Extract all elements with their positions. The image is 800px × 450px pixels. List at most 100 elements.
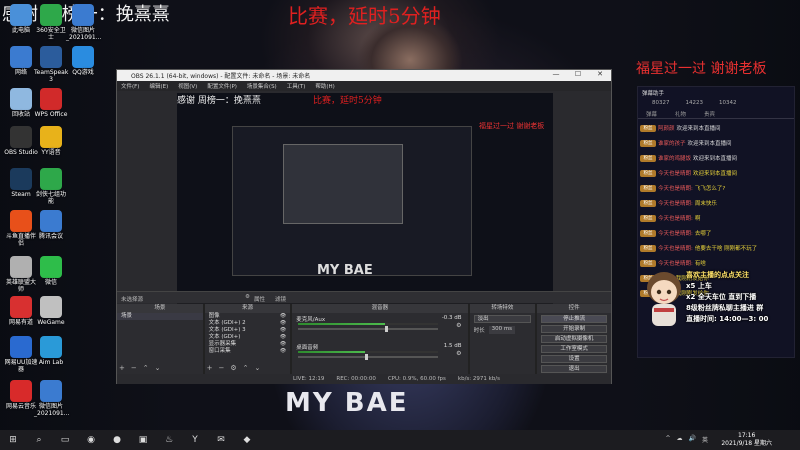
- desktop-icon[interactable]: 斗鱼直播伴侣: [4, 210, 38, 247]
- desktop-icon[interactable]: OBS Studio: [4, 126, 38, 156]
- gear-icon[interactable]: ⚙: [456, 350, 461, 357]
- chat-username[interactable]: 谁家的鸡腿饭: [658, 154, 691, 162]
- visibility-eye-icon[interactable]: 👁: [280, 313, 286, 320]
- obs-icon[interactable]: ●: [109, 434, 125, 446]
- chat-username[interactable]: 今天也是晴朗:: [658, 244, 693, 252]
- desktop-icon[interactable]: 此电脑: [4, 4, 38, 34]
- close-icon[interactable]: ✕: [589, 70, 611, 78]
- gear-icon[interactable]: ⚙: [245, 294, 250, 300]
- chat-username[interactable]: 谁家的孩子: [658, 139, 686, 147]
- volume-slider-handle[interactable]: [385, 326, 389, 332]
- tray-item[interactable]: 英: [702, 435, 708, 444]
- desktop-icon[interactable]: 回收站: [4, 88, 38, 118]
- obs-title-bar[interactable]: OBS 26.1.1 (64-bit, windows) - 配置文件: 未命名…: [117, 70, 611, 81]
- desktop-icon[interactable]: 剑侠七组功能: [34, 168, 68, 205]
- search-icon[interactable]: ⌕: [31, 434, 47, 446]
- chat-tab[interactable]: 礼物: [675, 110, 686, 118]
- chat-tab[interactable]: 贵宾: [704, 110, 715, 118]
- desktop-icon[interactable]: 360安全卫士: [34, 4, 68, 41]
- visibility-eye-icon[interactable]: 👁: [280, 348, 286, 355]
- chrome-icon[interactable]: ◉: [83, 434, 99, 446]
- remove-icon[interactable]: −: [131, 364, 137, 372]
- menu-item[interactable]: 文件(F): [121, 82, 139, 90]
- source-item[interactable]: 图像 👁: [205, 313, 291, 320]
- chat-username[interactable]: 今天也是晴朗:: [658, 229, 693, 237]
- properties-button[interactable]: 属性: [254, 295, 265, 303]
- desktop-icon[interactable]: 微信图片_2021091...: [66, 4, 101, 41]
- windows-icon[interactable]: ⊞: [5, 434, 21, 446]
- add-icon[interactable]: +: [119, 364, 125, 372]
- desktop-icon[interactable]: WeGame: [34, 296, 68, 326]
- chat-username[interactable]: 阿颜颜: [658, 124, 675, 132]
- menu-item[interactable]: 配置文件(P): [207, 82, 237, 90]
- desktop-icon[interactable]: 网易UU加速器: [4, 336, 38, 373]
- tray-item[interactable]: ☁: [677, 435, 683, 444]
- file-explorer-icon[interactable]: ▣: [135, 434, 151, 446]
- desktop-icon[interactable]: 微信: [34, 256, 68, 286]
- visibility-eye-icon[interactable]: 👁: [280, 320, 286, 327]
- maximize-icon[interactable]: ☐: [567, 70, 589, 78]
- up-icon[interactable]: ⌃: [243, 364, 249, 372]
- desktop-icon[interactable]: 腾讯会议: [34, 210, 68, 240]
- down-icon[interactable]: ⌄: [255, 364, 261, 372]
- chat-username[interactable]: 今天也是晴朗:: [658, 184, 693, 192]
- desktop-icon[interactable]: 英雄联盟大师: [4, 256, 38, 293]
- desktop-icon[interactable]: QQ游戏: [66, 46, 100, 76]
- control-button[interactable]: 退出: [541, 365, 607, 373]
- control-button[interactable]: 启动虚拟摄像机: [541, 335, 607, 343]
- taskbar-clock[interactable]: 17:16 2021/9/18 星期六: [721, 432, 772, 448]
- obs-preview[interactable]: 感谢 周榜一：挽熹熹 比赛，延时5分钟 福星过一过 谢谢老板 MY BAE: [177, 93, 553, 303]
- tray-item[interactable]: 🔊: [689, 435, 696, 444]
- desktop-icon[interactable]: YY语音: [34, 126, 68, 156]
- tray-item[interactable]: ^: [665, 435, 670, 444]
- menu-item[interactable]: 场景集合(S): [247, 82, 277, 90]
- control-button[interactable]: 开始录制: [541, 325, 607, 333]
- minimize-icon[interactable]: —: [545, 70, 567, 78]
- gear-icon[interactable]: ⚙: [456, 322, 461, 329]
- volume-slider[interactable]: [298, 354, 439, 360]
- steam-icon[interactable]: ♨: [161, 434, 177, 446]
- menu-item[interactable]: 视图(V): [178, 82, 197, 90]
- control-button[interactable]: 停止推流: [541, 315, 607, 323]
- volume-slider[interactable]: [298, 326, 439, 332]
- desktop-icon[interactable]: 网易云音乐: [4, 380, 38, 410]
- desktop-icon[interactable]: WPS Office: [34, 88, 68, 118]
- duration-input[interactable]: 300 ms: [488, 326, 516, 334]
- visibility-eye-icon[interactable]: 👁: [280, 334, 286, 341]
- gear-icon[interactable]: ⚙: [230, 364, 236, 372]
- desktop-icon[interactable]: Aim Lab: [34, 336, 68, 366]
- visibility-eye-icon[interactable]: 👁: [280, 327, 286, 334]
- volume-slider-handle[interactable]: [365, 354, 369, 360]
- up-icon[interactable]: ⌃: [143, 364, 149, 372]
- scene-item[interactable]: 场景: [117, 313, 203, 320]
- douyu-icon[interactable]: ◆: [239, 434, 255, 446]
- source-item[interactable]: 显示器采集 👁: [205, 341, 291, 348]
- control-button[interactable]: 设置: [541, 355, 607, 363]
- chat-username[interactable]: 今天也是晴朗: [658, 169, 691, 177]
- control-button[interactable]: 工作室模式: [541, 345, 607, 353]
- desktop-icon[interactable]: 网易有道: [4, 296, 38, 326]
- remove-icon[interactable]: −: [219, 364, 225, 372]
- desktop-icon[interactable]: Steam: [4, 168, 38, 198]
- add-icon[interactable]: +: [207, 364, 213, 372]
- down-icon[interactable]: ⌄: [155, 364, 161, 372]
- transition-select[interactable]: 淡出: [473, 315, 532, 323]
- obs-window[interactable]: OBS 26.1.1 (64-bit, windows) - 配置文件: 未命名…: [116, 69, 612, 384]
- source-item[interactable]: 文本 (GDI+) 3 👁: [205, 327, 291, 334]
- source-item[interactable]: 文本 (GDI+) 👁: [205, 334, 291, 341]
- filters-button[interactable]: 滤镜: [275, 295, 286, 303]
- wechat-icon[interactable]: ✉: [213, 434, 229, 446]
- chat-tab[interactable]: 弹幕: [646, 110, 657, 118]
- visibility-eye-icon[interactable]: 👁: [280, 341, 286, 348]
- menu-item[interactable]: 帮助(H): [315, 82, 334, 90]
- menu-item[interactable]: 编辑(E): [149, 82, 168, 90]
- desktop-icon[interactable]: 网络: [4, 46, 38, 76]
- desktop-icon[interactable]: TeamSpeak 3: [34, 46, 68, 83]
- chat-username[interactable]: 今天也是晴朗:: [658, 199, 693, 207]
- task-view-icon[interactable]: ▭: [57, 434, 73, 446]
- source-item[interactable]: 窗口采集 👁: [205, 348, 291, 355]
- desktop-icon[interactable]: 微信图片_2021091...: [34, 380, 69, 417]
- chat-username[interactable]: 今天也是晴朗:: [658, 259, 693, 267]
- chat-username[interactable]: 今天也是晴朗:: [658, 214, 693, 222]
- menu-item[interactable]: 工具(T): [287, 82, 306, 90]
